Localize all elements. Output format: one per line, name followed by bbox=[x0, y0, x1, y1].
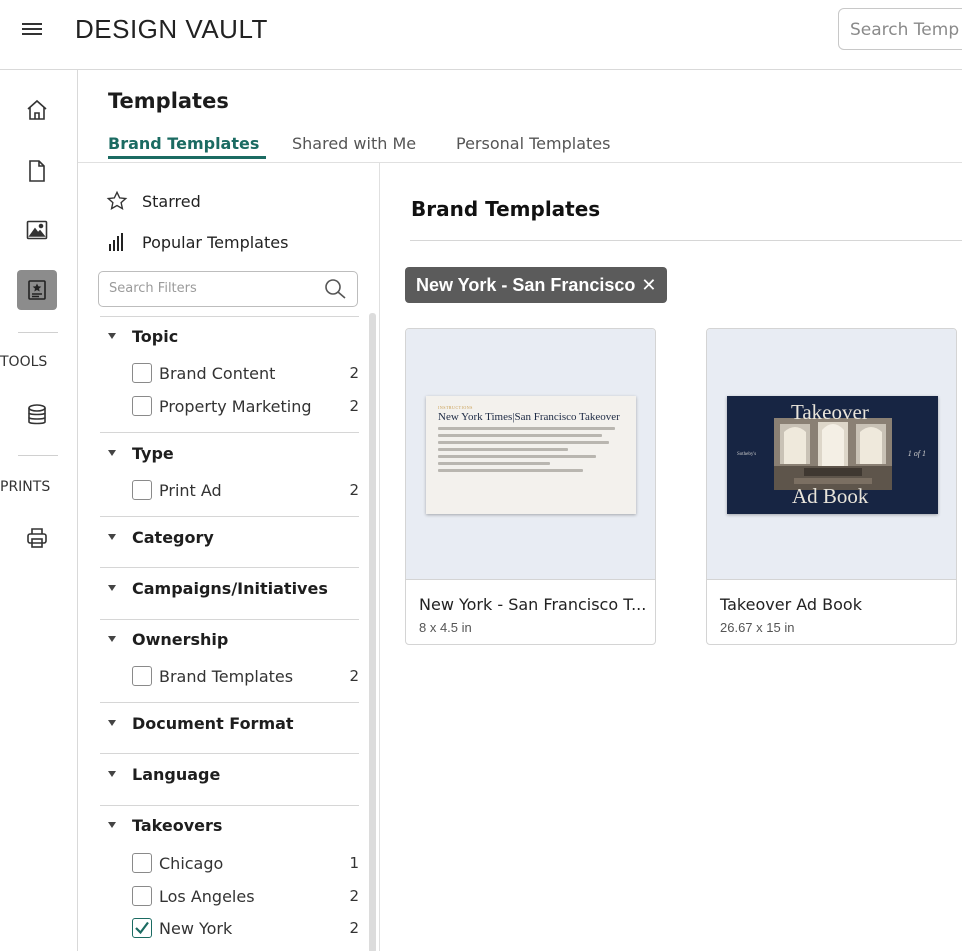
checkbox[interactable] bbox=[132, 396, 152, 416]
filter-option-property-marketing[interactable]: Property Marketing 2 bbox=[132, 394, 359, 418]
tab-personal-templates[interactable]: Personal Templates bbox=[456, 134, 610, 153]
template-card[interactable]: INSTRUCTIONS New York Times|San Francisc… bbox=[405, 328, 656, 645]
option-count: 2 bbox=[349, 364, 359, 382]
caret-down-icon bbox=[108, 333, 116, 339]
section-divider bbox=[100, 516, 359, 517]
page-title: Templates bbox=[108, 89, 229, 113]
option-count: 2 bbox=[349, 667, 359, 685]
campaigns-section-toggle[interactable]: Campaigns/Initiatives bbox=[108, 579, 328, 598]
caret-down-icon bbox=[108, 585, 116, 591]
caret-down-icon bbox=[108, 771, 116, 777]
filter-option-print-ad[interactable]: Print Ad 2 bbox=[132, 478, 359, 502]
template-size: 26.67 x 15 in bbox=[720, 620, 795, 635]
takeovers-section-toggle[interactable]: Takeovers bbox=[108, 816, 222, 835]
prints-label: PRINTS bbox=[0, 479, 51, 495]
template-card[interactable]: Takeover Ad Book Sotheby's 1 of 1 Takeov… bbox=[706, 328, 957, 645]
database-icon[interactable] bbox=[24, 402, 50, 428]
image-icon[interactable] bbox=[24, 217, 50, 243]
filter-panel: Starred Popular Templates Search Filters… bbox=[78, 163, 380, 951]
option-count: 2 bbox=[349, 397, 359, 415]
active-filter-chip[interactable]: New York - San Francisco ✕ bbox=[405, 267, 667, 303]
home-icon[interactable] bbox=[24, 97, 50, 123]
category-section-toggle[interactable]: Category bbox=[108, 528, 214, 547]
document-format-section-toggle[interactable]: Document Format bbox=[108, 714, 294, 733]
filter-option-brand-content[interactable]: Brand Content 2 bbox=[132, 361, 359, 385]
template-name: New York - San Francisco T... bbox=[419, 595, 647, 614]
section-divider bbox=[100, 316, 359, 317]
filter-scrollbar[interactable] bbox=[369, 313, 376, 951]
tools-label: TOOLS bbox=[0, 354, 48, 370]
caret-down-icon bbox=[108, 534, 116, 540]
option-count: 1 bbox=[349, 854, 359, 872]
topic-section-toggle[interactable]: Topic bbox=[108, 327, 178, 346]
checkbox[interactable] bbox=[132, 363, 152, 383]
template-size: 8 x 4.5 in bbox=[419, 620, 472, 635]
filter-option-chicago[interactable]: Chicago 1 bbox=[132, 851, 359, 875]
menu-icon[interactable] bbox=[22, 20, 42, 40]
instructions-preview: INSTRUCTIONS New York Times|San Francisc… bbox=[426, 396, 636, 514]
interior-photo bbox=[774, 418, 892, 490]
starred-label: Starred bbox=[142, 191, 201, 211]
caret-down-icon bbox=[108, 450, 116, 456]
checkbox[interactable] bbox=[132, 480, 152, 500]
section-divider bbox=[100, 805, 359, 806]
active-tab-indicator bbox=[108, 156, 266, 159]
caret-down-icon bbox=[108, 720, 116, 726]
language-section-toggle[interactable]: Language bbox=[108, 765, 220, 784]
section-divider bbox=[100, 432, 359, 433]
checkbox[interactable] bbox=[132, 666, 152, 686]
left-rail: TOOLS PRINTS bbox=[0, 70, 78, 951]
template-thumbnail: INSTRUCTIONS New York Times|San Francisc… bbox=[406, 329, 655, 580]
filter-option-new-york[interactable]: New York 2 bbox=[132, 916, 359, 940]
ad-book-preview: Takeover Ad Book Sotheby's 1 of 1 bbox=[727, 396, 938, 514]
templates-icon[interactable] bbox=[17, 270, 57, 310]
section-divider bbox=[100, 702, 359, 703]
template-name: Takeover Ad Book bbox=[720, 595, 862, 614]
checkbox-checked[interactable] bbox=[132, 918, 152, 938]
chip-label: New York - San Francisco bbox=[416, 275, 636, 295]
printer-icon[interactable] bbox=[24, 525, 50, 551]
template-thumbnail: Takeover Ad Book Sotheby's 1 of 1 bbox=[707, 329, 956, 580]
top-bar: DESIGN VAULT Search Temp bbox=[0, 0, 962, 70]
option-count: 2 bbox=[349, 481, 359, 499]
star-icon bbox=[106, 190, 128, 212]
option-count: 2 bbox=[349, 887, 359, 905]
filter-option-brand-templates[interactable]: Brand Templates 2 bbox=[132, 664, 359, 688]
rail-divider bbox=[18, 332, 58, 333]
popular-templates-filter[interactable]: Popular Templates bbox=[106, 229, 288, 255]
close-icon[interactable]: ✕ bbox=[641, 275, 656, 295]
template-search-input[interactable]: Search Temp bbox=[838, 8, 962, 50]
tab-shared-with-me[interactable]: Shared with Me bbox=[292, 134, 416, 153]
search-icon[interactable] bbox=[323, 278, 349, 304]
caret-down-icon bbox=[108, 636, 116, 642]
section-divider bbox=[100, 567, 359, 568]
type-section-toggle[interactable]: Type bbox=[108, 444, 174, 463]
filter-search-input[interactable]: Search Filters bbox=[98, 271, 358, 307]
tab-brand-templates[interactable]: Brand Templates bbox=[108, 134, 259, 153]
checkbox[interactable] bbox=[132, 853, 152, 873]
section-divider bbox=[100, 619, 359, 620]
ownership-section-toggle[interactable]: Ownership bbox=[108, 630, 228, 649]
app-title: DESIGN VAULT bbox=[75, 14, 268, 44]
checkbox[interactable] bbox=[132, 886, 152, 906]
filter-search-placeholder: Search Filters bbox=[109, 281, 197, 296]
popular-templates-label: Popular Templates bbox=[142, 232, 289, 252]
section-divider bbox=[100, 753, 359, 754]
document-icon[interactable] bbox=[24, 158, 50, 184]
caret-down-icon bbox=[108, 822, 116, 828]
section-heading: Brand Templates bbox=[411, 197, 601, 221]
option-count: 2 bbox=[349, 919, 359, 937]
bar-chart-icon bbox=[106, 232, 128, 252]
starred-filter[interactable]: Starred bbox=[106, 188, 201, 214]
heading-divider bbox=[410, 240, 962, 241]
rail-divider bbox=[18, 455, 58, 456]
filter-option-los-angeles[interactable]: Los Angeles 2 bbox=[132, 884, 359, 908]
